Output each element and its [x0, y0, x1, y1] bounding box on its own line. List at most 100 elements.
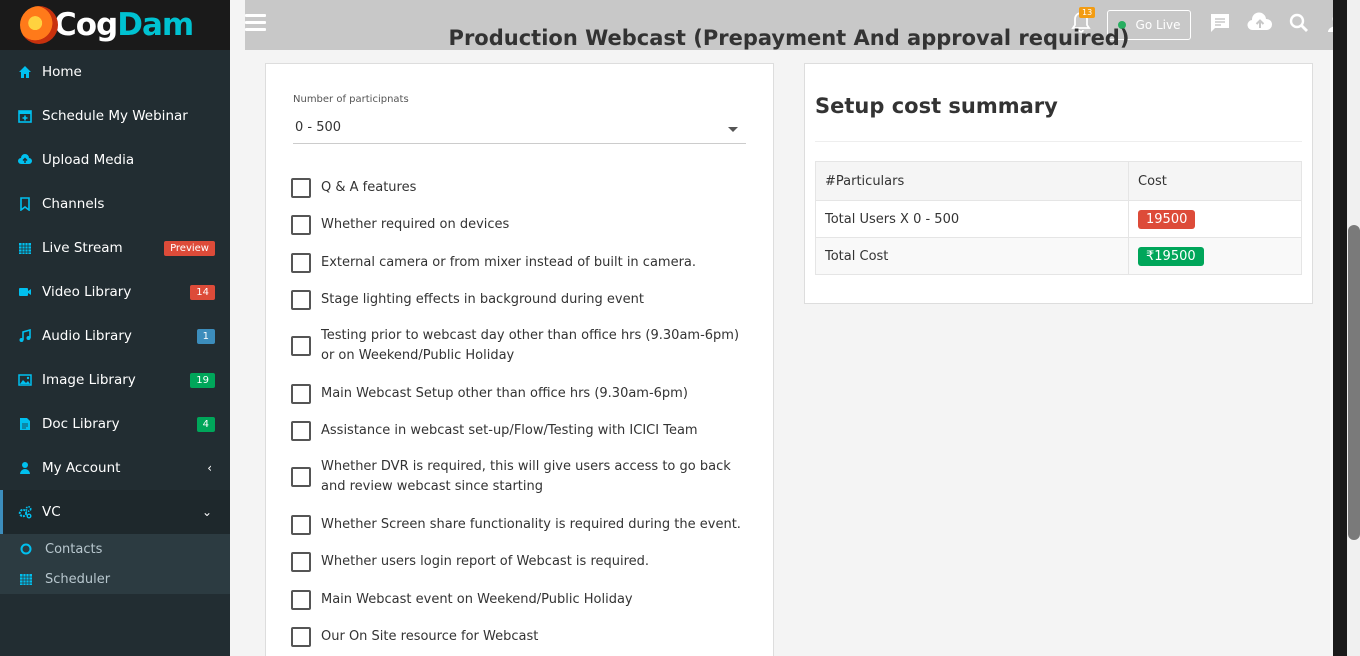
- calendar-icon: [19, 572, 33, 586]
- document-icon: [18, 417, 32, 431]
- webcast-options-panel: Number of participnats 0 - 500 Q & A fea…: [265, 63, 774, 656]
- sidebar-item-channels[interactable]: Channels: [0, 182, 230, 226]
- sidebar-item-image-library[interactable]: Image Library 19: [0, 358, 230, 402]
- checkbox[interactable]: [291, 467, 311, 487]
- sidebar-item-home[interactable]: Home: [0, 50, 230, 94]
- option-label: Whether DVR is required, this will give …: [321, 459, 731, 494]
- checkbox[interactable]: [291, 421, 311, 441]
- sidebar: Cog Dam Home Schedule My Webinar Upload M…: [0, 0, 230, 656]
- total-cost-badge: ₹19500: [1138, 246, 1204, 266]
- submenu-item-contacts[interactable]: Contacts: [0, 534, 230, 564]
- sidebar-item-label: Channels: [42, 196, 105, 212]
- gears-icon: [18, 505, 32, 519]
- page-title: Production Webcast (Prepayment And appro…: [448, 26, 1130, 50]
- video-icon: [18, 285, 32, 299]
- participants-select[interactable]: 0 - 500: [293, 120, 746, 144]
- sidebar-item-label: Doc Library: [42, 416, 120, 432]
- option-required-on-devices[interactable]: Whether required on devices: [291, 215, 751, 235]
- table-header-row: #Particulars Cost: [815, 161, 1302, 201]
- main-content: 13 Go Live Production Webcast (Prepaymen…: [245, 0, 1346, 656]
- submenu-item-label: Contacts: [45, 541, 103, 557]
- sidebar-item-doc-library[interactable]: Doc Library 4: [0, 402, 230, 446]
- option-label: Whether users login report of Webcast is…: [321, 554, 650, 569]
- checkbox[interactable]: [291, 253, 311, 273]
- submenu-item-label: Scheduler: [45, 571, 111, 587]
- sidebar-item-label: Schedule My Webinar: [42, 108, 188, 124]
- option-label: Q & A features: [321, 180, 417, 195]
- scrollbar-thumb[interactable]: [1348, 225, 1360, 540]
- scrollbar-gutter: [1333, 0, 1347, 656]
- option-screen-share[interactable]: Whether Screen share functionality is re…: [291, 515, 751, 535]
- checkbox[interactable]: [291, 215, 311, 235]
- table-row: Total Cost ₹19500: [815, 237, 1302, 275]
- option-assistance-setup[interactable]: Assistance in webcast set-up/Flow/Testin…: [291, 421, 751, 441]
- divider: [815, 141, 1302, 142]
- option-stage-lighting[interactable]: Stage lighting effects in background dur…: [291, 290, 751, 310]
- checkbox[interactable]: [291, 552, 311, 572]
- sidebar-item-upload-media[interactable]: Upload Media: [0, 138, 230, 182]
- caret-down-icon: [728, 127, 738, 132]
- cost-cell: 19500: [1128, 200, 1302, 238]
- count-badge: 4: [196, 417, 215, 432]
- page-scrollbar[interactable]: [1333, 0, 1360, 656]
- option-label: External camera or from mixer instead of…: [321, 255, 697, 270]
- option-label: Assistance in webcast set-up/Flow/Testin…: [321, 423, 698, 438]
- option-label: Main Webcast event on Weekend/Public Hol…: [321, 592, 633, 607]
- option-onsite-resource[interactable]: Our On Site resource for Webcast: [291, 627, 751, 647]
- cost-badge: 19500: [1138, 209, 1196, 229]
- image-icon: [18, 373, 32, 387]
- bookmark-icon: [18, 197, 32, 211]
- option-label: Whether required on devices: [321, 217, 510, 232]
- notification-count-badge: 13: [1079, 7, 1096, 18]
- option-label: Our On Site resource for Webcast: [321, 629, 539, 644]
- option-weekend-event[interactable]: Main Webcast event on Weekend/Public Hol…: [291, 590, 751, 610]
- cloud-upload-icon: [18, 153, 32, 167]
- chevron-down-icon: ⌄: [201, 505, 212, 519]
- cost-table: #Particulars Cost Total Users X 0 - 500 …: [815, 161, 1302, 275]
- checkbox[interactable]: [291, 384, 311, 404]
- sidebar-item-label: My Account: [42, 460, 121, 476]
- app-logo[interactable]: Cog Dam: [0, 0, 230, 50]
- preview-badge: Preview: [164, 241, 215, 256]
- sidebar-item-label: Image Library: [42, 372, 136, 388]
- home-icon: [18, 65, 32, 79]
- cost-cell: ₹19500: [1128, 237, 1302, 275]
- option-dvr[interactable]: Whether DVR is required, this will give …: [291, 457, 751, 497]
- column-header-particulars: #Particulars: [815, 161, 1129, 201]
- checkbox[interactable]: [291, 627, 311, 647]
- option-login-report[interactable]: Whether users login report of Webcast is…: [291, 552, 751, 572]
- sidebar-item-label: Home: [42, 64, 82, 80]
- sidebar-item-my-account[interactable]: My Account ‹: [0, 446, 230, 490]
- logo-text-cog: Cog: [54, 7, 118, 43]
- sidebar-item-vc[interactable]: VC ⌄: [0, 490, 230, 534]
- circle-icon: [19, 542, 33, 556]
- option-setup-after-hours[interactable]: Main Webcast Setup other than office hrs…: [291, 384, 751, 404]
- checkbox[interactable]: [291, 290, 311, 310]
- option-qa-features[interactable]: Q & A features: [291, 178, 751, 198]
- sidebar-item-label: Upload Media: [42, 152, 135, 168]
- submenu-item-scheduler[interactable]: Scheduler: [0, 564, 230, 594]
- checkbox[interactable]: [291, 515, 311, 535]
- checkbox[interactable]: [291, 336, 311, 356]
- particular-cell: Total Users X 0 - 500: [815, 200, 1129, 238]
- option-testing-prior[interactable]: Testing prior to webcast day other than …: [291, 326, 751, 366]
- vc-submenu: Contacts Scheduler: [0, 534, 230, 594]
- sidebar-item-schedule-my-webinar[interactable]: Schedule My Webinar: [0, 94, 230, 138]
- participants-label: Number of participnats: [293, 94, 409, 105]
- sidebar-item-audio-library[interactable]: Audio Library 1: [0, 314, 230, 358]
- calendar-plus-icon: [18, 109, 32, 123]
- table-row: Total Users X 0 - 500 19500: [815, 200, 1302, 238]
- sidebar-item-label: VC: [42, 504, 61, 520]
- count-badge: 1: [196, 329, 215, 344]
- chevron-left-icon: ‹: [207, 461, 212, 475]
- summary-title: Setup cost summary: [815, 94, 1058, 118]
- setup-cost-summary-panel: Setup cost summary #Particulars Cost Tot…: [804, 63, 1313, 304]
- checkbox[interactable]: [291, 590, 311, 610]
- option-external-camera[interactable]: External camera or from mixer instead of…: [291, 253, 751, 273]
- sidebar-item-label: Video Library: [42, 284, 132, 300]
- count-badge: 19: [190, 373, 215, 388]
- cogdam-logo-icon: [20, 6, 58, 44]
- checkbox[interactable]: [291, 178, 311, 198]
- sidebar-item-live-stream[interactable]: Live Stream Preview: [0, 226, 230, 270]
- sidebar-item-video-library[interactable]: Video Library 14: [0, 270, 230, 314]
